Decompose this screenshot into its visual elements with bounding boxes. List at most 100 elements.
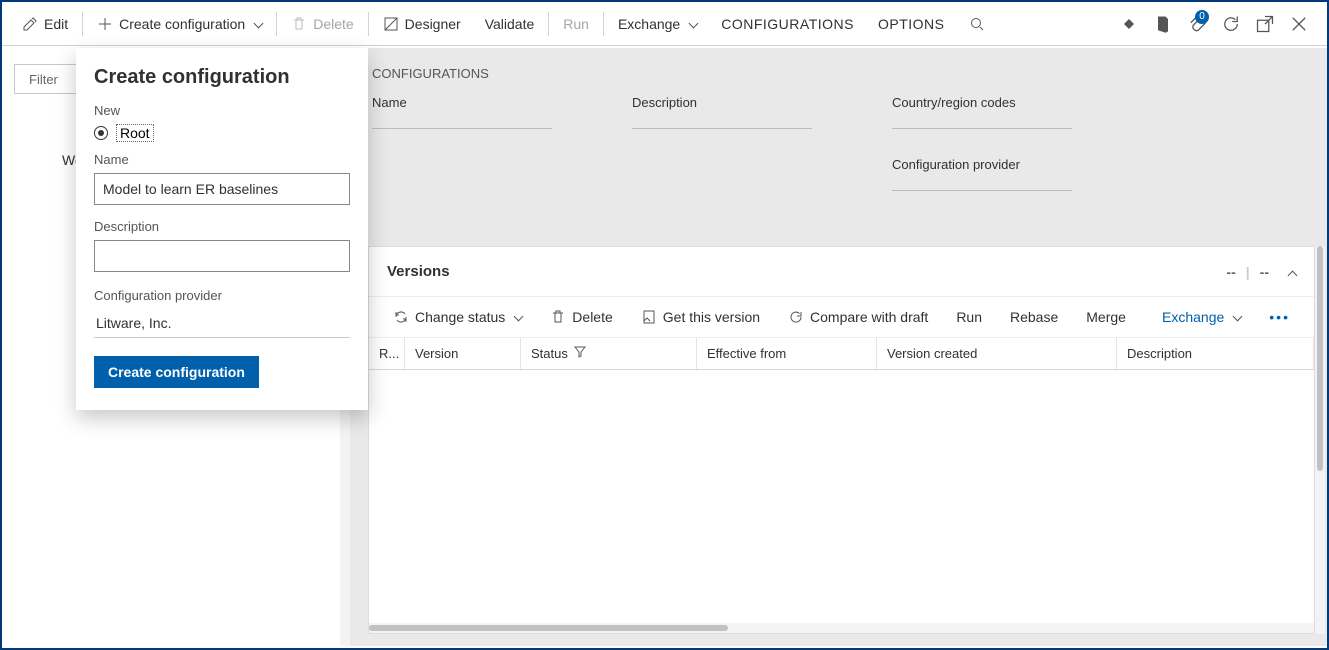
search-icon bbox=[969, 16, 985, 32]
designer-button[interactable]: Designer bbox=[371, 2, 473, 45]
refresh-icon bbox=[788, 309, 804, 325]
versions-delete-label: Delete bbox=[572, 309, 612, 325]
popup-provider-value: Litware, Inc. bbox=[94, 309, 350, 338]
config-fields-row2: Configuration provider bbox=[350, 145, 1327, 207]
config-provider-value[interactable] bbox=[892, 190, 1072, 191]
config-fields-row: Name Description Country/region codes bbox=[350, 91, 1327, 145]
config-description-value[interactable] bbox=[632, 128, 812, 129]
options-tab[interactable]: OPTIONS bbox=[866, 2, 957, 45]
command-bar: Edit Create configuration Delete Designe… bbox=[2, 2, 1327, 46]
col-version[interactable]: Version bbox=[405, 338, 521, 369]
compare-draft-button[interactable]: Compare with draft bbox=[778, 303, 938, 331]
versions-run-label: Run bbox=[956, 309, 982, 325]
separator bbox=[368, 12, 369, 36]
delete-button: Delete bbox=[279, 2, 365, 45]
filter-icon bbox=[574, 346, 586, 361]
versions-exchange-label: Exchange bbox=[1162, 309, 1224, 325]
config-countrycodes-value[interactable] bbox=[892, 128, 1072, 129]
chevron-down-icon bbox=[511, 309, 522, 325]
validate-button[interactable]: Validate bbox=[473, 2, 547, 45]
versions-dashes: -- bbox=[1226, 264, 1235, 280]
filter-placeholder: Filter bbox=[29, 72, 58, 87]
office-icon[interactable] bbox=[1153, 14, 1173, 34]
versions-grid-header: R... Version Status Effective from Versi… bbox=[369, 338, 1314, 370]
search-button[interactable] bbox=[957, 2, 997, 45]
config-provider-label: Configuration provider bbox=[892, 157, 1092, 190]
chevron-up-icon[interactable] bbox=[1285, 264, 1296, 280]
right-system-icons: 0 bbox=[1119, 14, 1319, 34]
popout-icon[interactable] bbox=[1255, 14, 1275, 34]
change-status-label: Change status bbox=[415, 309, 505, 325]
versions-panel: Versions -- | -- Change status bbox=[368, 246, 1315, 634]
popup-description-input[interactable] bbox=[94, 240, 350, 272]
col-status[interactable]: Status bbox=[521, 338, 697, 369]
pencil-icon bbox=[22, 16, 38, 32]
rebase-label: Rebase bbox=[1010, 309, 1058, 325]
merge-label: Merge bbox=[1086, 309, 1126, 325]
change-status-button[interactable]: Change status bbox=[383, 303, 532, 331]
more-button[interactable]: ••• bbox=[1259, 303, 1300, 331]
separator bbox=[276, 12, 277, 36]
run-button: Run bbox=[551, 2, 601, 45]
popup-root-radio[interactable]: Root bbox=[94, 124, 350, 142]
versions-exchange-button[interactable]: Exchange bbox=[1152, 303, 1251, 331]
col-r[interactable]: R... bbox=[369, 338, 405, 369]
rebase-button[interactable]: Rebase bbox=[1000, 303, 1068, 331]
diamond-icon[interactable] bbox=[1119, 14, 1139, 34]
create-config-popup: Create configuration New Root Name Descr… bbox=[76, 48, 368, 410]
versions-toolbar: Change status Delete Get this version bbox=[369, 297, 1314, 338]
validate-label: Validate bbox=[485, 16, 535, 32]
config-name-field: Name bbox=[372, 95, 572, 129]
create-config-button[interactable]: Create configuration bbox=[85, 2, 274, 45]
refresh-icon[interactable] bbox=[1221, 14, 1241, 34]
popup-new-label: New bbox=[94, 103, 350, 118]
versions-title-text: Versions bbox=[387, 263, 450, 280]
popup-name-input[interactable] bbox=[94, 173, 350, 205]
config-provider-field: Configuration provider bbox=[892, 157, 1092, 191]
delete-label: Delete bbox=[313, 16, 353, 32]
run-label: Run bbox=[563, 16, 589, 32]
separator bbox=[603, 12, 604, 36]
merge-button[interactable]: Merge bbox=[1076, 303, 1136, 331]
config-countrycodes-label: Country/region codes bbox=[892, 95, 1092, 128]
horizontal-scrollbar[interactable] bbox=[369, 623, 1314, 633]
configurations-header: CONFIGURATIONS bbox=[350, 48, 1327, 91]
popup-description-label: Description bbox=[94, 219, 350, 234]
versions-delete-button[interactable]: Delete bbox=[540, 303, 622, 331]
versions-run-button[interactable]: Run bbox=[946, 303, 992, 331]
radio-selected-icon bbox=[94, 126, 108, 140]
separator bbox=[82, 12, 83, 36]
exchange-label: Exchange bbox=[618, 16, 680, 32]
versions-header: Versions -- | -- bbox=[369, 247, 1314, 297]
vertical-scrollbar[interactable] bbox=[1315, 246, 1325, 634]
edit-button[interactable]: Edit bbox=[10, 2, 80, 45]
config-description-field: Description bbox=[632, 95, 832, 129]
config-name-value[interactable] bbox=[372, 128, 552, 129]
close-icon[interactable] bbox=[1289, 14, 1309, 34]
versions-grid-body[interactable] bbox=[369, 370, 1314, 623]
get-version-label: Get this version bbox=[663, 309, 760, 325]
plus-icon bbox=[97, 16, 113, 32]
trash-icon bbox=[550, 309, 566, 325]
get-version-button[interactable]: Get this version bbox=[631, 303, 770, 331]
exchange-button[interactable]: Exchange bbox=[606, 2, 709, 45]
create-config-label: Create configuration bbox=[119, 16, 245, 32]
popup-submit-button[interactable]: Create configuration bbox=[94, 356, 259, 388]
configurations-panel: CONFIGURATIONS Name Description Country/… bbox=[350, 48, 1327, 646]
separator bbox=[548, 12, 549, 36]
configurations-tab[interactable]: CONFIGURATIONS bbox=[709, 2, 866, 45]
attachment-icon[interactable]: 0 bbox=[1187, 14, 1207, 34]
config-description-label: Description bbox=[632, 95, 832, 128]
chevron-down-icon bbox=[1230, 309, 1241, 325]
note-icon bbox=[641, 309, 657, 325]
popup-submit-label: Create configuration bbox=[108, 364, 245, 380]
config-name-label: Name bbox=[372, 95, 572, 128]
col-created[interactable]: Version created bbox=[877, 338, 1117, 369]
col-description[interactable]: Description bbox=[1117, 338, 1314, 369]
popup-name-label: Name bbox=[94, 152, 350, 167]
more-icon: ••• bbox=[1269, 309, 1290, 325]
designer-icon bbox=[383, 16, 399, 32]
col-effective[interactable]: Effective from bbox=[697, 338, 877, 369]
chevron-down-icon bbox=[251, 16, 262, 32]
popup-provider-label: Configuration provider bbox=[94, 288, 350, 303]
